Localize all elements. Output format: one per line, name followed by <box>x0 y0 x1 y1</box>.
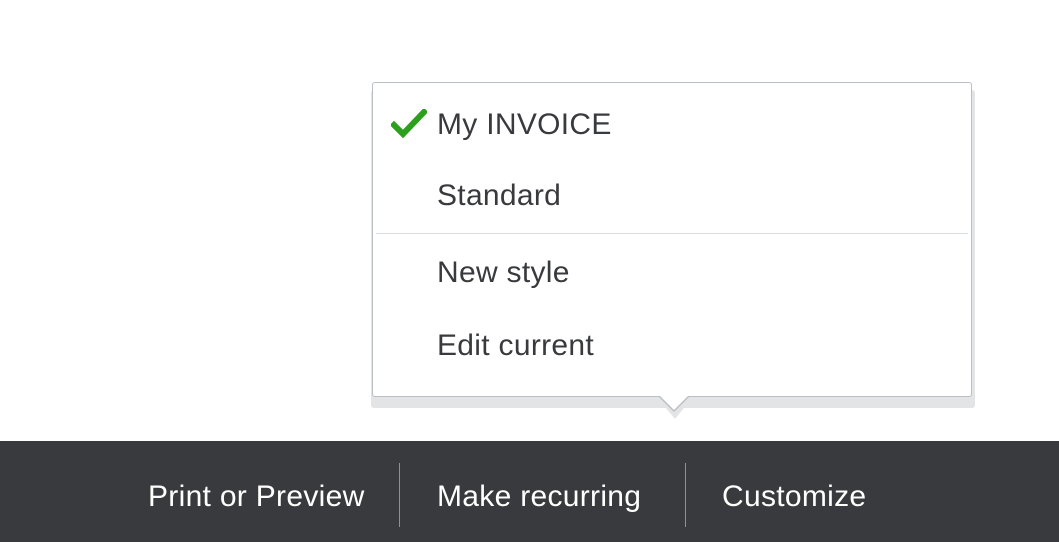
page: My INVOICE Standard New style Edit curre… <box>0 0 1059 542</box>
edit-current-option[interactable]: Edit current <box>437 328 594 364</box>
toolbar-separator <box>685 463 686 527</box>
style-option-my-invoice[interactable]: My INVOICE <box>437 107 612 143</box>
make-recurring-button[interactable]: Make recurring <box>437 479 641 515</box>
style-menu-pointer <box>659 395 689 410</box>
toolbar-separator <box>399 463 400 527</box>
bottom-toolbar: Print or Preview Make recurring Customiz… <box>0 441 1059 542</box>
new-style-option[interactable]: New style <box>437 255 570 291</box>
menu-divider <box>376 233 968 234</box>
style-option-standard[interactable]: Standard <box>437 178 561 214</box>
checkmark-icon <box>391 109 427 139</box>
style-menu: My INVOICE Standard New style Edit curre… <box>372 82 972 397</box>
customize-button[interactable]: Customize <box>722 479 866 515</box>
print-or-preview-button[interactable]: Print or Preview <box>148 479 365 515</box>
